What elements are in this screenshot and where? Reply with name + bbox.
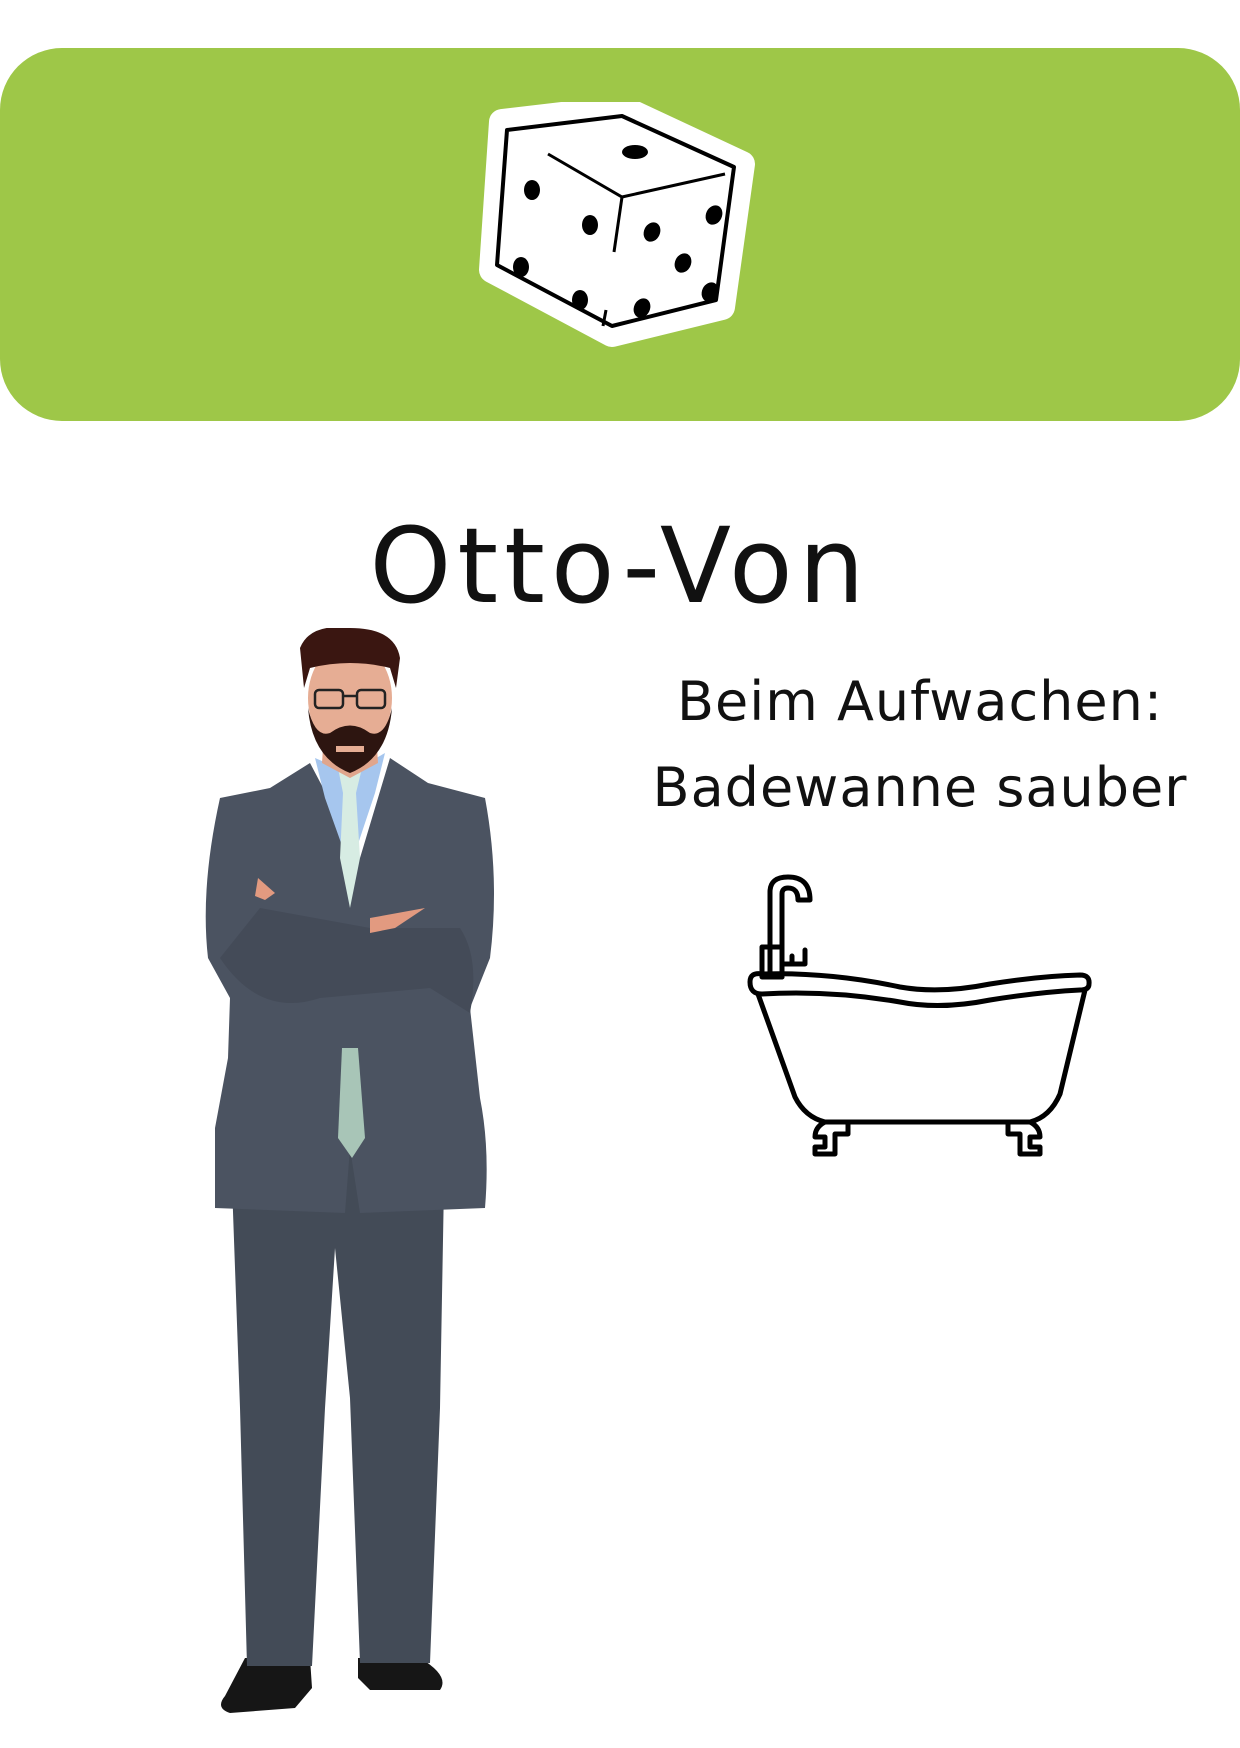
condition-line-1: Beim Aufwachen:: [676, 670, 1164, 733]
left-shoe: [221, 1658, 312, 1713]
dice-icon: [479, 102, 755, 347]
character-name: Otto-Von: [369, 505, 871, 627]
condition-line-2: Badewanne sauber: [652, 756, 1188, 819]
person-illustration: [205, 628, 494, 1713]
bathtub-icon: [747, 874, 1092, 1157]
